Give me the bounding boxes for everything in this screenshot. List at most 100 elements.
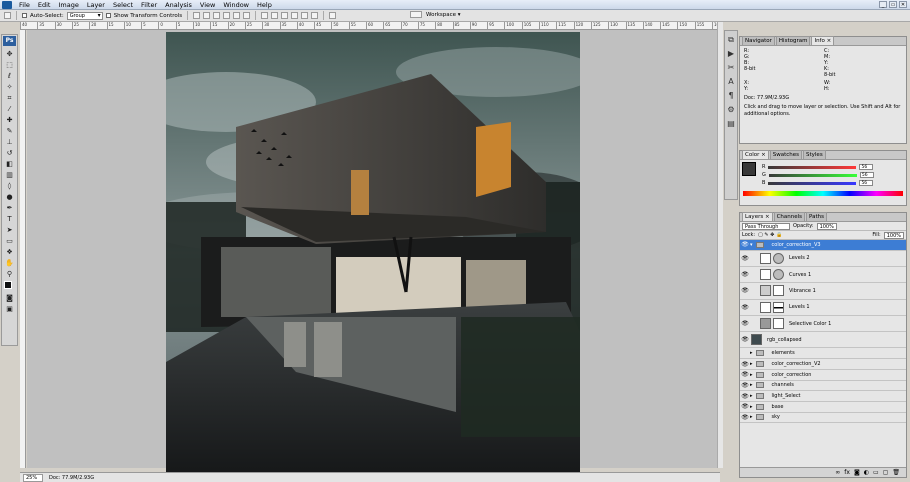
blend-mode-select[interactable]: Pass Through bbox=[742, 222, 790, 230]
mask-icon[interactable]: ◙ bbox=[854, 469, 860, 476]
layer-row[interactable]: 👁 Curves 1 bbox=[740, 267, 906, 284]
layer-row[interactable]: 👁 ▸ color_correction_V2 bbox=[740, 359, 906, 370]
blue-value[interactable]: 56 bbox=[859, 180, 874, 186]
tab-info[interactable]: Info × bbox=[811, 36, 835, 45]
layer-row[interactable]: 👁 Selective Color 1 bbox=[740, 316, 906, 333]
move-tool-icon[interactable]: ✥ bbox=[3, 49, 16, 59]
visibility-eye-icon[interactable]: 👁 bbox=[740, 382, 750, 389]
distribute-middle-icon[interactable] bbox=[271, 12, 279, 19]
layer-row[interactable]: 👁 ▸ base bbox=[740, 402, 906, 413]
lock-icons[interactable]: ▢ ✎ ✥ 🔒 bbox=[758, 232, 782, 238]
auto-select-checkbox[interactable] bbox=[22, 13, 27, 18]
align-middle-icon[interactable] bbox=[203, 12, 211, 19]
screen-mode-icon[interactable]: ▣ bbox=[3, 304, 16, 314]
color-swatches[interactable] bbox=[3, 280, 16, 292]
layer-row[interactable]: 👁 Levels 1 bbox=[740, 300, 906, 316]
disclosure-triangle-icon[interactable]: ▸ bbox=[750, 350, 753, 356]
close-button[interactable]: ✕ bbox=[899, 1, 907, 8]
trash-icon[interactable]: 🗑 bbox=[892, 469, 900, 476]
layer-row[interactable]: 👁 ▸ color_correction bbox=[740, 370, 906, 381]
folder-icon[interactable]: ▭ bbox=[873, 469, 879, 476]
align-top-icon[interactable] bbox=[193, 12, 201, 19]
history-brush-icon[interactable]: ↺ bbox=[3, 148, 16, 158]
eraser-icon[interactable]: ◧ bbox=[3, 159, 16, 169]
visibility-eye-icon[interactable]: 👁 bbox=[740, 336, 750, 343]
blur-tool-icon[interactable]: ◊ bbox=[3, 181, 16, 191]
healing-brush-icon[interactable]: ✚ bbox=[3, 115, 16, 125]
foreground-swatch[interactable] bbox=[742, 162, 756, 176]
brush-tool-icon[interactable]: ✎ bbox=[3, 126, 16, 136]
document-image[interactable] bbox=[166, 32, 580, 474]
visibility-eye-icon[interactable]: 👁 bbox=[740, 361, 750, 368]
pen-tool-icon[interactable]: ✒ bbox=[3, 203, 16, 213]
move-tool-icon[interactable] bbox=[4, 12, 11, 19]
layer-row[interactable]: 👁 ▸ sky bbox=[740, 413, 906, 424]
tab-histogram[interactable]: Histogram bbox=[775, 36, 811, 45]
disclosure-triangle-icon[interactable]: ▸ bbox=[750, 393, 753, 399]
adjustment-icon[interactable]: ◐ bbox=[864, 469, 869, 476]
red-value[interactable]: 56 bbox=[859, 164, 874, 170]
fx-icon[interactable]: fx bbox=[844, 469, 850, 476]
workspace-switcher[interactable]: Workspace ▾ bbox=[410, 11, 461, 18]
tab-paths[interactable]: Paths bbox=[806, 212, 827, 221]
visibility-eye-icon[interactable]: 👁 bbox=[740, 271, 750, 278]
fill-field[interactable]: 100% bbox=[883, 231, 904, 239]
disclosure-triangle-icon[interactable]: ▸ bbox=[750, 361, 753, 367]
distribute-top-icon[interactable] bbox=[261, 12, 269, 19]
disclosure-triangle-icon[interactable]: ▸ bbox=[750, 372, 753, 378]
clone-source-icon[interactable]: ⚙ bbox=[726, 105, 736, 115]
zoom-tool-icon[interactable]: ⚲ bbox=[3, 269, 16, 279]
auto-align-icon[interactable] bbox=[329, 12, 337, 19]
bridge-icon[interactable] bbox=[410, 11, 422, 18]
new-layer-icon[interactable]: ▢ bbox=[883, 469, 889, 476]
blue-slider[interactable] bbox=[768, 181, 857, 185]
tools-preset-icon[interactable]: ✂ bbox=[726, 63, 736, 73]
minimize-button[interactable]: _ bbox=[879, 1, 887, 8]
distribute-center-icon[interactable] bbox=[301, 12, 309, 19]
green-value[interactable]: 56 bbox=[859, 172, 874, 178]
path-select-icon[interactable]: ➤ bbox=[3, 225, 16, 235]
disclosure-triangle-icon[interactable]: ▸ bbox=[750, 404, 753, 410]
align-left-icon[interactable] bbox=[223, 12, 231, 19]
visibility-eye-icon[interactable]: 👁 bbox=[740, 320, 750, 327]
align-bottom-icon[interactable] bbox=[213, 12, 221, 19]
navigator-icon[interactable]: ⧉ bbox=[726, 35, 736, 45]
menu-select[interactable]: Select bbox=[109, 0, 137, 10]
menu-view[interactable]: View bbox=[196, 0, 219, 10]
tab-layers[interactable]: Layers × bbox=[742, 212, 773, 221]
gradient-tool-icon[interactable]: ▥ bbox=[3, 170, 16, 180]
tab-color[interactable]: Color × bbox=[742, 150, 769, 159]
align-right-icon[interactable] bbox=[243, 12, 251, 19]
photoshop-icon[interactable] bbox=[2, 0, 12, 9]
green-slider[interactable] bbox=[768, 173, 857, 177]
visibility-eye-icon[interactable]: 👁 bbox=[740, 287, 750, 294]
shape-tool-icon[interactable]: ▭ bbox=[3, 236, 16, 246]
layer-row[interactable]: 👁 Levels 2 bbox=[740, 251, 906, 267]
zoom-field[interactable]: 25% bbox=[23, 473, 43, 482]
marquee-tool-icon[interactable]: ⬚ bbox=[3, 60, 16, 70]
dodge-tool-icon[interactable]: ● bbox=[3, 192, 16, 202]
tab-styles[interactable]: Styles bbox=[803, 150, 826, 159]
auto-select-dropdown[interactable]: Group bbox=[66, 11, 103, 20]
transform-checkbox[interactable] bbox=[105, 13, 111, 18]
visibility-eye-icon[interactable]: 👁 bbox=[740, 371, 750, 378]
eyedropper-icon[interactable]: ⁄ bbox=[3, 104, 16, 114]
opacity-field[interactable]: 100% bbox=[816, 222, 837, 230]
layer-row[interactable]: 👁 ▾ color_correction_V3 bbox=[740, 240, 906, 251]
menu-window[interactable]: Window bbox=[219, 0, 253, 10]
disclosure-triangle-icon[interactable]: ▸ bbox=[750, 414, 753, 420]
menu-filter[interactable]: Filter bbox=[137, 0, 161, 10]
visibility-eye-icon[interactable]: 👁 bbox=[740, 255, 750, 262]
distribute-right-icon[interactable] bbox=[311, 12, 319, 19]
character-icon[interactable]: A bbox=[726, 77, 736, 87]
foreground-color[interactable] bbox=[4, 281, 12, 289]
menu-layer[interactable]: Layer bbox=[83, 0, 109, 10]
tab-swatches[interactable]: Swatches bbox=[769, 150, 802, 159]
tab-navigator[interactable]: Navigator bbox=[742, 36, 775, 45]
clone-stamp-icon[interactable]: ⊥ bbox=[3, 137, 16, 147]
visibility-eye-icon[interactable]: 👁 bbox=[740, 304, 750, 311]
menu-help[interactable]: Help bbox=[253, 0, 276, 10]
disclosure-triangle-icon[interactable]: ▾ bbox=[750, 242, 753, 248]
crop-tool-icon[interactable]: ⌗ bbox=[3, 93, 16, 103]
layer-comps-icon[interactable]: ▤ bbox=[726, 119, 736, 129]
